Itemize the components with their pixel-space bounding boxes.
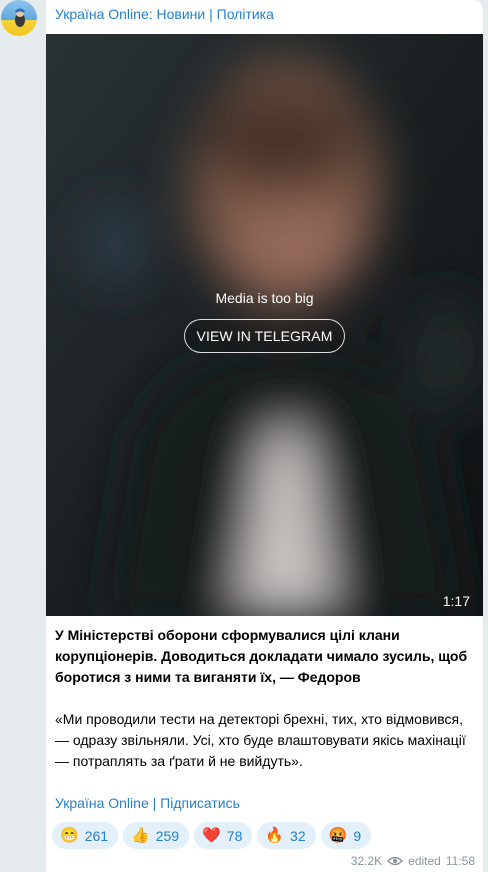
reactions-bar: 😁 261 👍 259 ❤️ 78 🔥 32 🤬 9 [52,822,372,849]
grinning-face-icon: 😁 [60,827,79,844]
edited-label: edited [408,854,441,868]
reaction-count: 78 [226,827,243,844]
message-meta: 32.2K edited 11:58 [351,854,475,868]
media-overlay: Media is too big VIEW IN TELEGRAM [46,290,483,353]
video-media[interactable]: Media is too big VIEW IN TELEGRAM 1:17 [46,34,483,616]
message-text: У Міністерстві оборони сформувалися цілі… [55,625,475,793]
reaction-fire[interactable]: 🔥 32 [257,822,316,849]
view-in-telegram-button[interactable]: VIEW IN TELEGRAM [183,319,346,353]
view-count: 32.2K [350,854,383,868]
reaction-grinning[interactable]: 😁 261 [52,822,119,849]
reaction-count: 9 [353,827,362,844]
thumbs-up-icon: 👍 [131,827,150,844]
heart-icon: ❤️ [202,827,221,844]
reaction-count: 259 [155,827,180,844]
message-bubble: Україна Online: Новини | Політика Media … [46,0,483,872]
message-time: 11:58 [445,854,475,868]
channel-avatar[interactable] [1,0,37,36]
reaction-cursing[interactable]: 🤬 9 [320,822,372,849]
subscribe-link[interactable]: Україна Online | Підписатись [55,795,240,811]
reaction-thumbs-up[interactable]: 👍 259 [123,822,190,849]
channel-name[interactable]: Україна Online: Новини | Політика [55,6,274,22]
reaction-count: 261 [84,827,109,844]
eye-icon [387,856,404,866]
cursing-face-icon: 🤬 [328,827,348,844]
reaction-count: 32 [290,827,306,844]
post-headline: У Міністерстві оборони сформувалися цілі… [55,627,468,685]
avatar-image [15,8,25,27]
media-too-big-note: Media is too big [215,290,314,306]
post-quote: «Ми проводили тести на детекторі брехні,… [55,711,466,769]
fire-icon: 🔥 [265,827,285,844]
video-duration: 1:17 [442,593,470,609]
reaction-heart[interactable]: ❤️ 78 [194,822,253,849]
